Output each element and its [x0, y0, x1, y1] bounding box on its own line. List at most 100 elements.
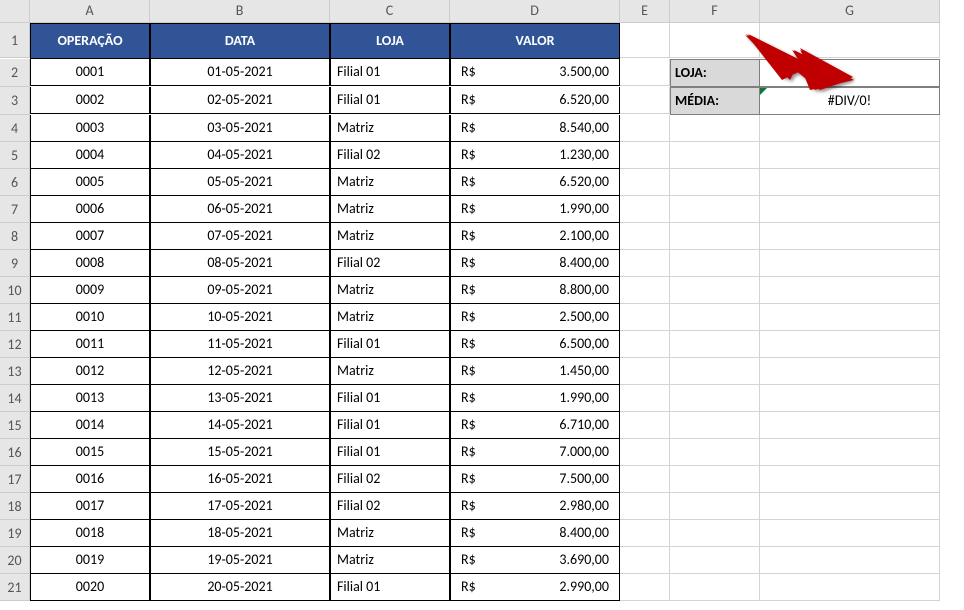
cell-F15[interactable] — [670, 412, 760, 439]
cell-E11[interactable] — [620, 304, 670, 331]
cell-loja-2[interactable]: Filial 01 — [330, 59, 450, 86]
cell-E8[interactable] — [620, 223, 670, 250]
cell-loja-7[interactable]: Matriz — [330, 196, 450, 223]
cell-E18[interactable] — [620, 493, 670, 520]
cell-F19[interactable] — [670, 520, 760, 547]
row-head-8[interactable]: 8 — [0, 223, 30, 250]
cell-loja-12[interactable]: Filial 01 — [330, 331, 450, 358]
cell-E2[interactable] — [620, 59, 670, 86]
row-head-1[interactable]: 1 — [0, 23, 30, 58]
cell-G20[interactable] — [760, 547, 940, 574]
cell-G1[interactable] — [760, 23, 940, 58]
cell-data-7[interactable]: 06-05-2021 — [150, 196, 330, 223]
cell-loja-17[interactable]: Filial 02 — [330, 466, 450, 493]
cell-valor-9[interactable]: R$8.400,00 — [450, 250, 620, 277]
cell-data-21[interactable]: 20-05-2021 — [150, 574, 330, 601]
cell-G11[interactable] — [760, 304, 940, 331]
cell-data-6[interactable]: 05-05-2021 — [150, 169, 330, 196]
cell-loja-16[interactable]: Filial 01 — [330, 439, 450, 466]
col-head-C[interactable]: C — [330, 0, 450, 23]
cell-op-14[interactable]: 0013 — [30, 385, 150, 412]
cell-E10[interactable] — [620, 277, 670, 304]
row-head-16[interactable]: 16 — [0, 439, 30, 466]
cell-G19[interactable] — [760, 520, 940, 547]
cell-loja-18[interactable]: Filial 02 — [330, 493, 450, 520]
side-media-label[interactable]: MÉDIA: — [670, 87, 760, 115]
cell-op-20[interactable]: 0019 — [30, 547, 150, 574]
cell-op-10[interactable]: 0009 — [30, 277, 150, 304]
cell-op-12[interactable]: 0011 — [30, 331, 150, 358]
side-media-value[interactable]: #DIV/0! — [760, 87, 940, 115]
cell-data-8[interactable]: 07-05-2021 — [150, 223, 330, 250]
cell-op-9[interactable]: 0008 — [30, 250, 150, 277]
col-head-A[interactable]: A — [30, 0, 150, 23]
cell-G18[interactable] — [760, 493, 940, 520]
cell-loja-21[interactable]: Filial 01 — [330, 574, 450, 601]
cell-F10[interactable] — [670, 277, 760, 304]
cell-F16[interactable] — [670, 439, 760, 466]
cell-F9[interactable] — [670, 250, 760, 277]
row-head-18[interactable]: 18 — [0, 493, 30, 520]
cell-F11[interactable] — [670, 304, 760, 331]
row-head-2[interactable]: 2 — [0, 59, 30, 87]
col-head-F[interactable]: F — [670, 0, 760, 23]
row-head-5[interactable]: 5 — [0, 142, 30, 169]
cell-G16[interactable] — [760, 439, 940, 466]
cell-F8[interactable] — [670, 223, 760, 250]
cell-G21[interactable] — [760, 574, 940, 601]
cell-loja-19[interactable]: Matriz — [330, 520, 450, 547]
cell-F20[interactable] — [670, 547, 760, 574]
cell-valor-12[interactable]: R$6.500,00 — [450, 331, 620, 358]
cell-valor-13[interactable]: R$1.450,00 — [450, 358, 620, 385]
cell-G9[interactable] — [760, 250, 940, 277]
cell-E19[interactable] — [620, 520, 670, 547]
row-head-4[interactable]: 4 — [0, 115, 30, 142]
cell-E1[interactable] — [620, 23, 670, 58]
cell-valor-20[interactable]: R$3.690,00 — [450, 547, 620, 574]
cell-data-10[interactable]: 09-05-2021 — [150, 277, 330, 304]
cell-F4[interactable] — [670, 115, 760, 142]
cell-E5[interactable] — [620, 142, 670, 169]
col-head-E[interactable]: E — [620, 0, 670, 23]
cell-op-18[interactable]: 0017 — [30, 493, 150, 520]
cell-G10[interactable] — [760, 277, 940, 304]
cell-G12[interactable] — [760, 331, 940, 358]
cell-valor-2[interactable]: R$3.500,00 — [450, 59, 620, 86]
cell-valor-3[interactable]: R$6.520,00 — [450, 87, 620, 114]
cell-E3[interactable] — [620, 87, 670, 114]
col-head-D[interactable]: D — [450, 0, 620, 23]
cell-E14[interactable] — [620, 385, 670, 412]
cell-op-5[interactable]: 0004 — [30, 142, 150, 169]
cell-op-17[interactable]: 0016 — [30, 466, 150, 493]
cell-F6[interactable] — [670, 169, 760, 196]
cell-op-11[interactable]: 0010 — [30, 304, 150, 331]
cell-data-11[interactable]: 10-05-2021 — [150, 304, 330, 331]
cell-F5[interactable] — [670, 142, 760, 169]
cell-data-13[interactable]: 12-05-2021 — [150, 358, 330, 385]
cell-op-21[interactable]: 0020 — [30, 574, 150, 601]
row-head-19[interactable]: 19 — [0, 520, 30, 547]
cell-E4[interactable] — [620, 115, 670, 142]
cell-op-16[interactable]: 0015 — [30, 439, 150, 466]
cell-G5[interactable] — [760, 142, 940, 169]
row-head-12[interactable]: 12 — [0, 331, 30, 358]
cell-op-2[interactable]: 0001 — [30, 59, 150, 86]
cell-valor-21[interactable]: R$2.990,00 — [450, 574, 620, 601]
cell-valor-7[interactable]: R$1.990,00 — [450, 196, 620, 223]
cell-E9[interactable] — [620, 250, 670, 277]
cell-loja-9[interactable]: Filial 02 — [330, 250, 450, 277]
cell-E17[interactable] — [620, 466, 670, 493]
cell-loja-14[interactable]: Filial 01 — [330, 385, 450, 412]
row-head-7[interactable]: 7 — [0, 196, 30, 223]
cell-E21[interactable] — [620, 574, 670, 601]
cell-loja-3[interactable]: Filial 01 — [330, 87, 450, 114]
header-loja[interactable]: LOJA — [330, 23, 450, 59]
cell-E16[interactable] — [620, 439, 670, 466]
cell-F1[interactable] — [670, 23, 760, 58]
row-head-14[interactable]: 14 — [0, 385, 30, 412]
cell-valor-8[interactable]: R$2.100,00 — [450, 223, 620, 250]
cell-valor-14[interactable]: R$1.990,00 — [450, 385, 620, 412]
cell-op-7[interactable]: 0006 — [30, 196, 150, 223]
row-head-13[interactable]: 13 — [0, 358, 30, 385]
cell-loja-20[interactable]: Matriz — [330, 547, 450, 574]
